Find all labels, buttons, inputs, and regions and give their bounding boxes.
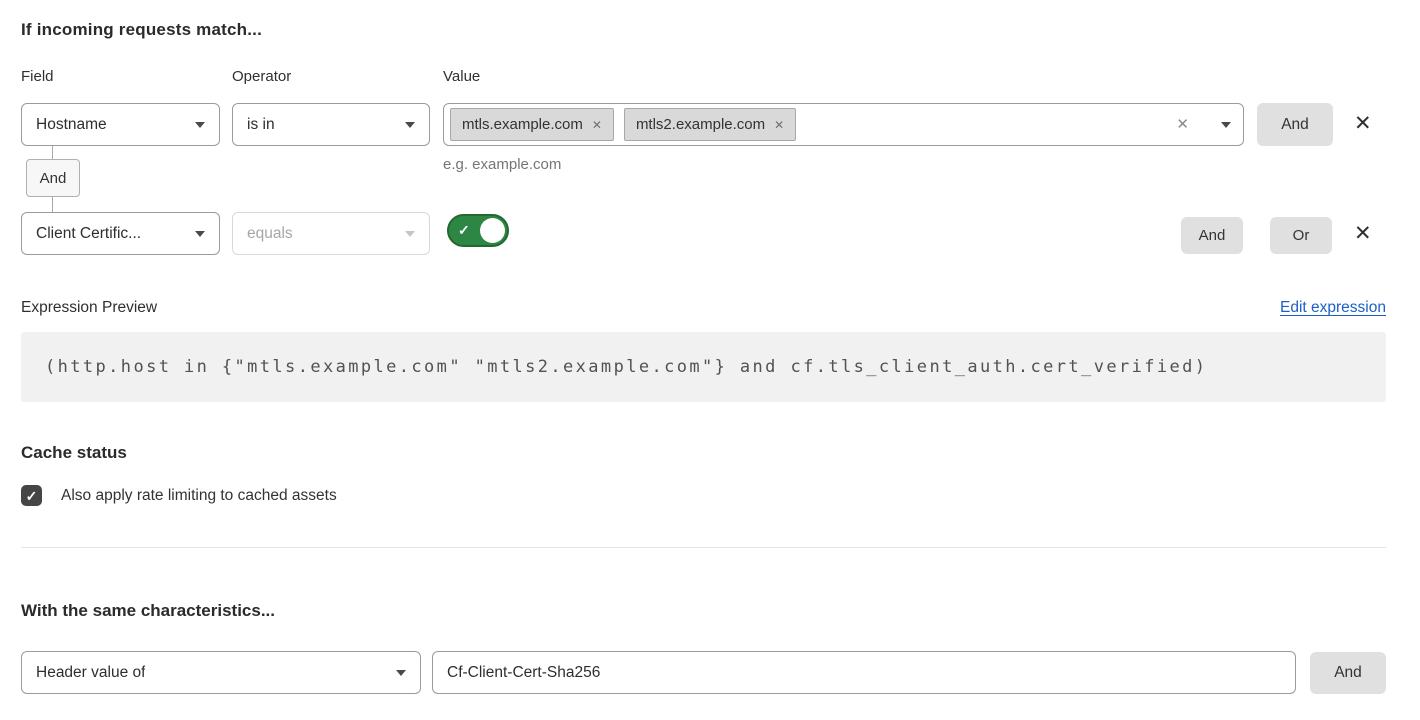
field-column-label: Field [21, 68, 54, 85]
expression-code: (http.host in {"mtls.example.com" "mtls2… [45, 357, 1207, 377]
field-select-row1-value: Hostname [36, 116, 107, 134]
field-select-row1[interactable]: Hostname [21, 103, 220, 146]
operator-select-row2-value: equals [247, 225, 293, 243]
value-tags: mtls.example.com ✕ mtls2.example.com ✕ [450, 108, 1176, 141]
cert-verified-toggle[interactable]: ✓ [447, 214, 509, 247]
section-divider [21, 547, 1386, 548]
value-tag-label: mtls.example.com [462, 116, 583, 133]
expression-preview-label: Expression Preview [21, 299, 157, 317]
characteristics-section-title: With the same characteristics... [21, 601, 275, 621]
add-and-condition-button-row1[interactable]: And [1257, 103, 1333, 146]
chevron-down-icon [195, 231, 205, 237]
add-characteristic-and-button[interactable]: And [1310, 652, 1386, 694]
condition-connector-and-button[interactable]: And [26, 159, 80, 197]
toggle-knob [480, 218, 505, 243]
value-column-label: Value [443, 68, 480, 85]
matcher-section-title: If incoming requests match... [21, 20, 262, 40]
tag-remove-icon[interactable]: ✕ [774, 119, 784, 131]
chevron-down-icon [195, 122, 205, 128]
expression-preview-box: (http.host in {"mtls.example.com" "mtls2… [21, 332, 1386, 402]
value-multiselect-row1[interactable]: mtls.example.com ✕ mtls2.example.com ✕ ✕ [443, 103, 1244, 146]
operator-column-label: Operator [232, 68, 291, 85]
check-icon: ✓ [26, 489, 38, 503]
rule-builder-page: If incoming requests match... Field Oper… [0, 0, 1420, 720]
operator-select-row2: equals [232, 212, 430, 255]
field-select-row2[interactable]: Client Certific... [21, 212, 220, 255]
cached-assets-checkbox-label: Also apply rate limiting to cached asset… [61, 487, 337, 505]
chevron-down-icon [405, 122, 415, 128]
value-tag: mtls.example.com ✕ [450, 108, 614, 141]
field-select-row2-value: Client Certific... [36, 225, 141, 243]
check-icon: ✓ [458, 222, 470, 239]
cached-assets-checkbox[interactable]: ✓ [21, 485, 42, 506]
value-tag-label: mtls2.example.com [636, 116, 765, 133]
remove-row2-icon[interactable]: ✕ [1354, 223, 1372, 244]
add-or-condition-button-row2[interactable]: Or [1270, 217, 1332, 254]
chevron-down-icon [405, 231, 415, 237]
characteristic-select-value: Header value of [36, 664, 145, 682]
tag-remove-icon[interactable]: ✕ [592, 119, 602, 131]
operator-select-row1-value: is in [247, 116, 275, 134]
header-name-input[interactable] [432, 651, 1296, 694]
remove-row1-icon[interactable]: ✕ [1354, 113, 1372, 134]
chevron-down-icon [396, 670, 406, 676]
operator-select-row1[interactable]: is in [232, 103, 430, 146]
value-hint-text: e.g. example.com [443, 156, 561, 173]
value-tag: mtls2.example.com ✕ [624, 108, 796, 141]
characteristic-select[interactable]: Header value of [21, 651, 421, 694]
edit-expression-link[interactable]: Edit expression [1280, 299, 1386, 317]
chevron-down-icon[interactable] [1221, 122, 1231, 128]
add-and-condition-button-row2[interactable]: And [1181, 217, 1243, 254]
cache-status-title: Cache status [21, 443, 127, 463]
clear-values-icon[interactable]: ✕ [1176, 117, 1189, 132]
